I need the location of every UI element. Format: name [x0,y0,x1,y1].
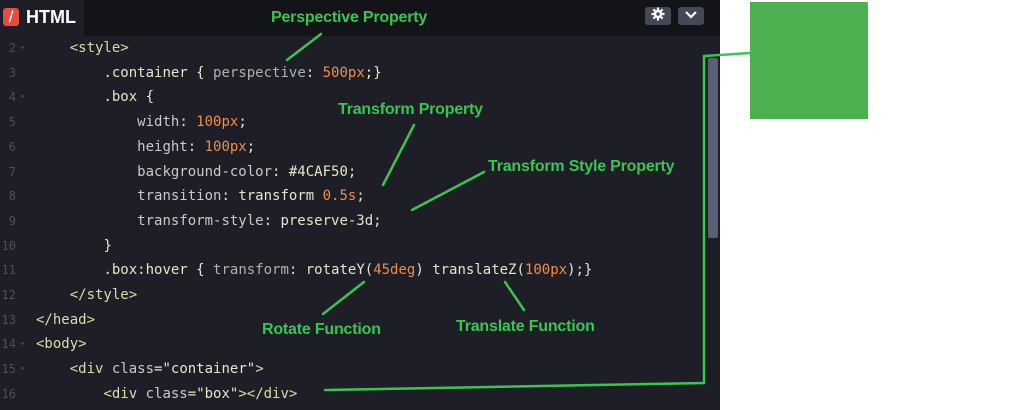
arrow-box-to-preview [323,51,752,392]
arrow-transform [381,123,416,187]
annotation-arrows [285,32,752,392]
arrow-perspective [285,32,323,62]
arrow-transform-style [410,170,486,212]
arrow-rotate [321,280,366,316]
arrow-translate [503,280,526,312]
